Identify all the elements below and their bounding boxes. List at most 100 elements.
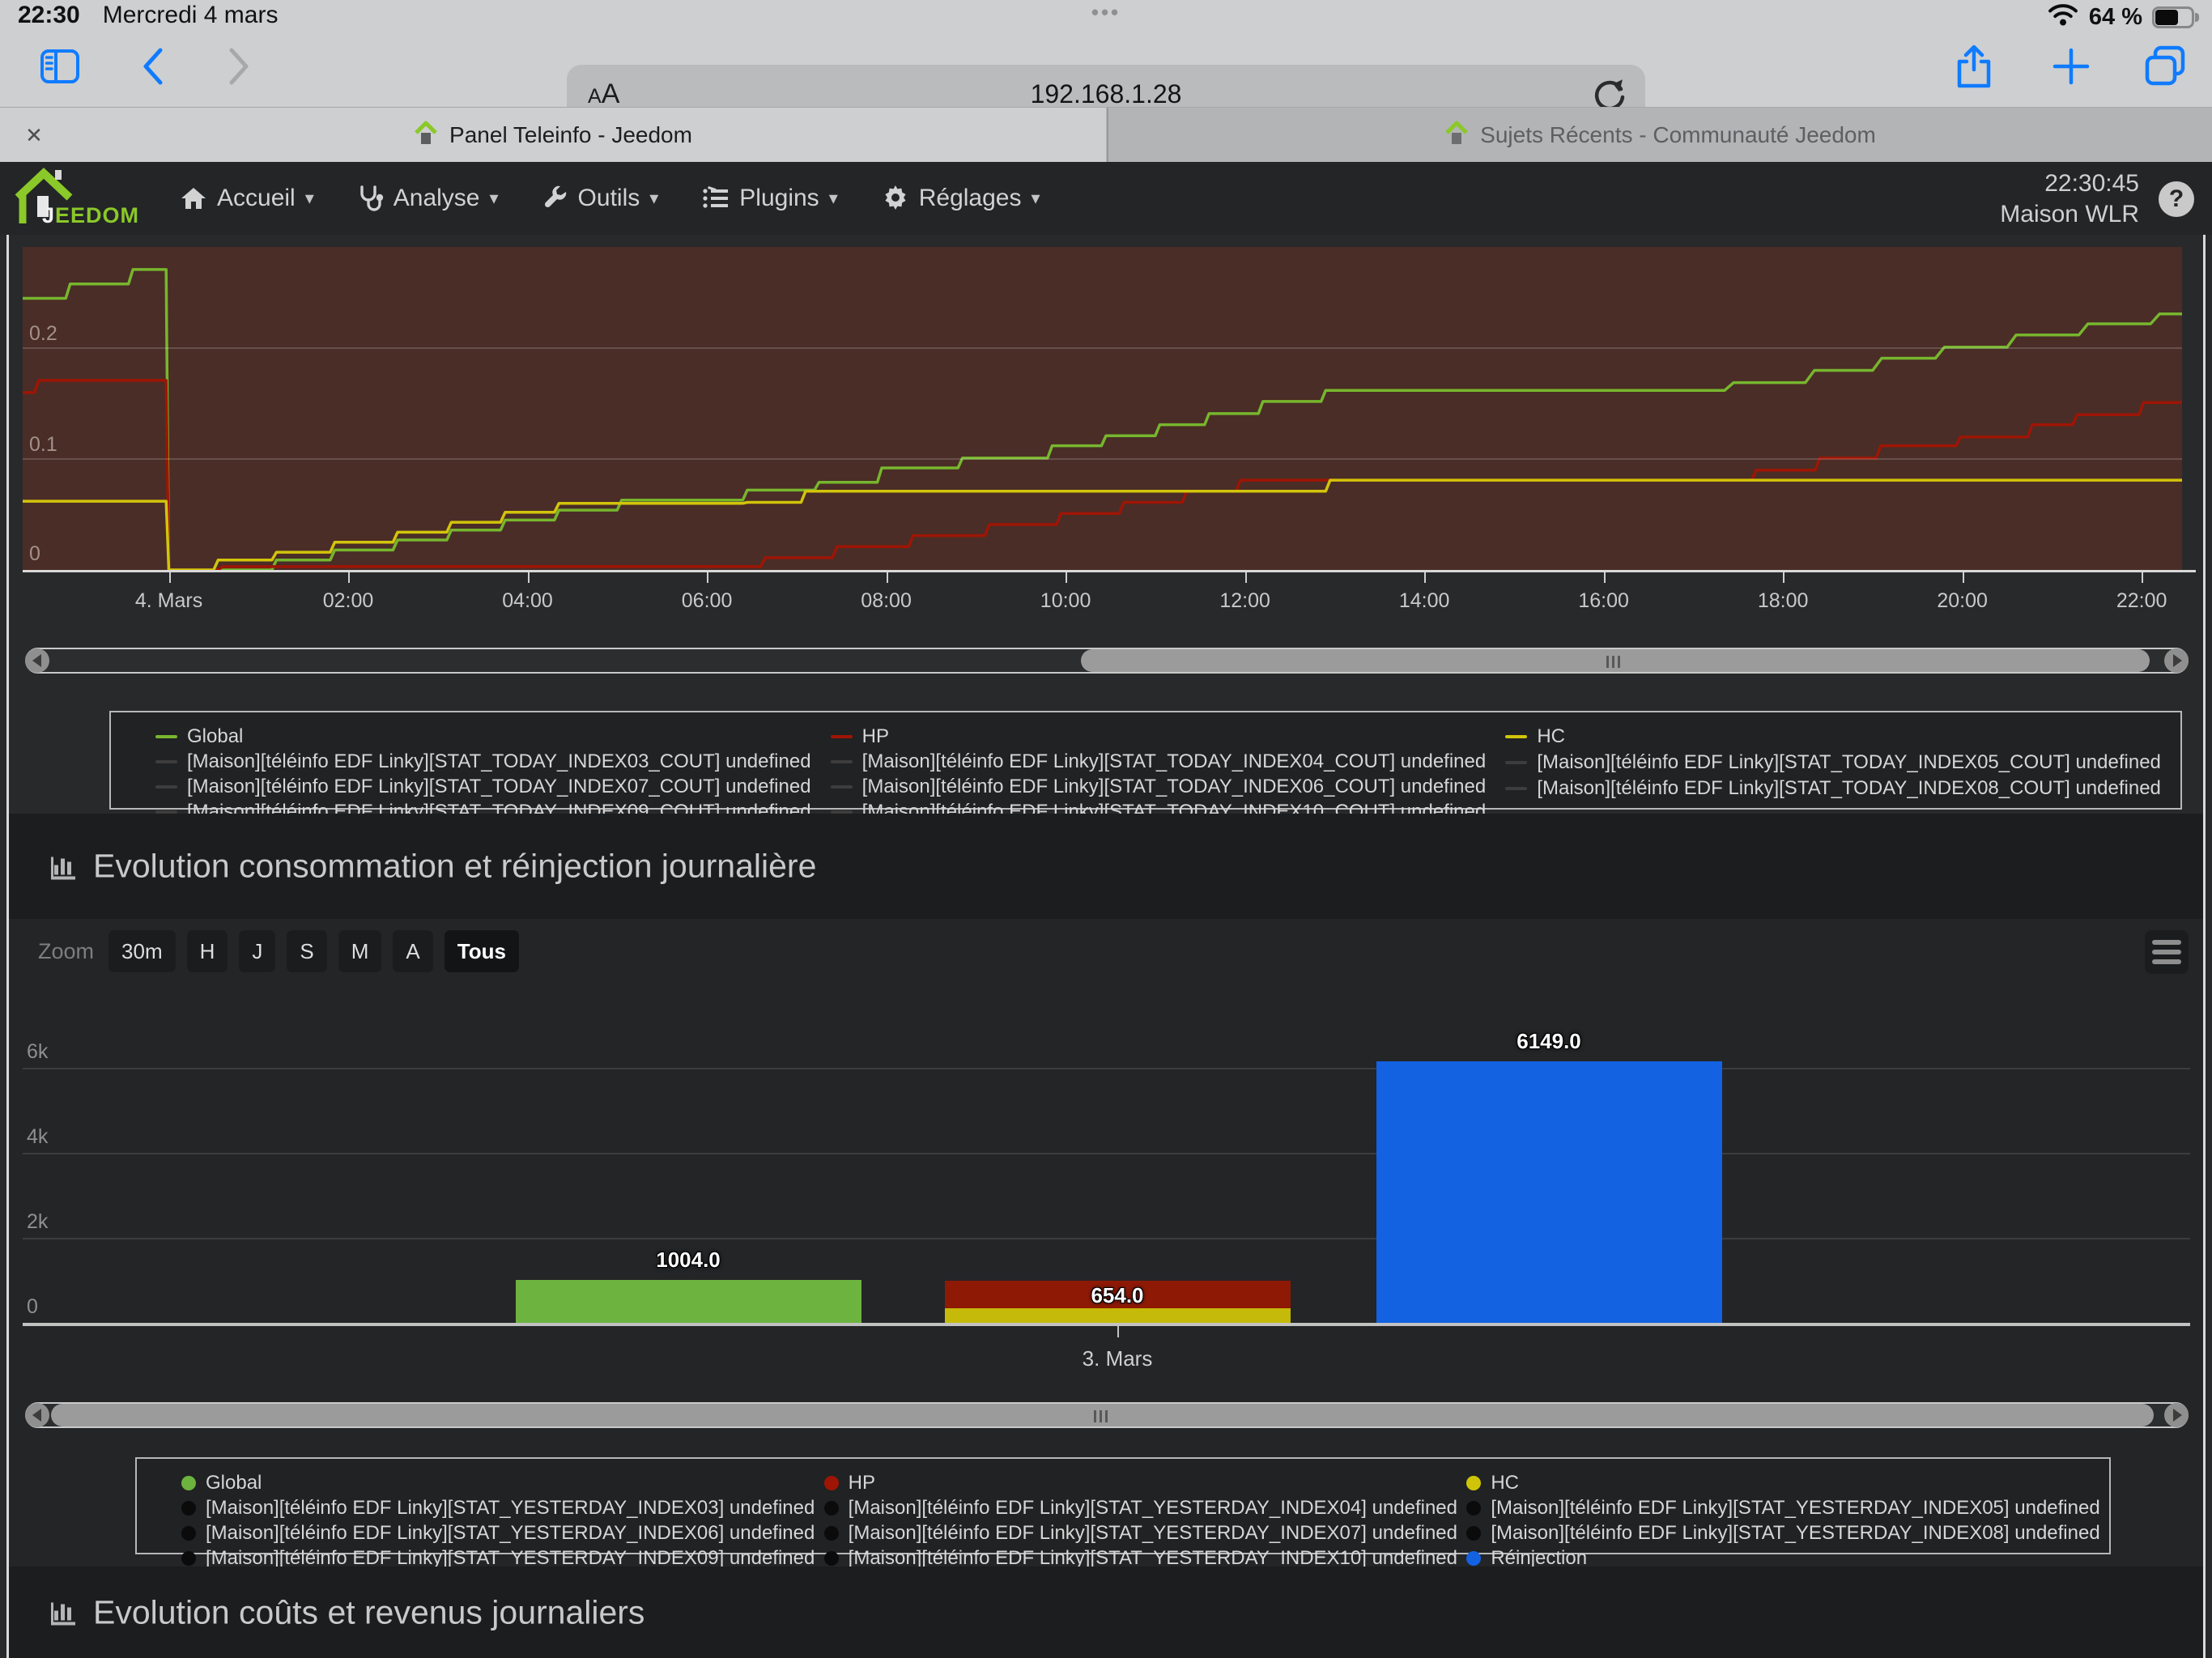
bar-chart-icon xyxy=(48,1598,80,1627)
legend-label: HC xyxy=(1491,1472,1519,1494)
back-button[interactable] xyxy=(123,36,185,97)
x-axis-tick xyxy=(887,572,888,583)
legend-marker xyxy=(181,1526,196,1541)
multitask-handle[interactable]: ••• xyxy=(1091,0,1121,25)
bar-value-label: 654.0 xyxy=(996,1283,1239,1308)
zoom-range-button-a[interactable]: A xyxy=(393,930,432,972)
close-tab-icon[interactable]: ✕ xyxy=(19,121,49,150)
legend-item[interactable]: [Maison][téléinfo EDF Linky][STAT_TODAY_… xyxy=(831,776,1506,798)
bar-global[interactable] xyxy=(516,1280,861,1323)
zoom-range-button-tous[interactable]: Tous xyxy=(445,930,519,972)
nav-item-plugins[interactable]: Plugins▾ xyxy=(702,185,837,212)
x-axis-tick xyxy=(1424,572,1426,583)
zoom-range-button-30m[interactable]: 30m xyxy=(108,930,176,972)
new-tab-plus-button[interactable] xyxy=(2040,36,2102,97)
help-icon[interactable]: ? xyxy=(2159,181,2194,217)
sidebar-toggle-button[interactable] xyxy=(29,36,91,97)
legend-label: [Maison][téléinfo EDF Linky][STAT_TODAY_… xyxy=(1537,777,2161,800)
chevron-down-icon: ▾ xyxy=(829,188,838,209)
legend-item[interactable]: [Maison][téléinfo EDF Linky][STAT_TODAY_… xyxy=(831,750,1506,773)
tab-panel-teleinfo[interactable]: ✕ Panel Teleinfo - Jeedom xyxy=(0,108,1106,163)
chart1-navigator-scrollbar[interactable] xyxy=(25,648,2189,674)
nav-item-analyse[interactable]: Analyse▾ xyxy=(358,185,499,212)
tab-title[interactable]: Sujets Récents - Communauté Jeedom xyxy=(1480,122,1876,148)
chevron-down-icon: ▾ xyxy=(305,188,314,209)
legend-item[interactable]: [Maison][téléinfo EDF Linky][STAT_YESTER… xyxy=(824,1522,1467,1545)
tab-title[interactable]: Panel Teleinfo - Jeedom xyxy=(449,122,692,148)
reader-aa-button[interactable]: AA xyxy=(588,79,619,110)
legend-item[interactable]: [Maison][téléinfo EDF Linky][STAT_TODAY_… xyxy=(1505,776,2180,800)
legend-item[interactable]: Global xyxy=(155,725,831,748)
legend-item[interactable]: [Maison][téléinfo EDF Linky][STAT_TODAY_… xyxy=(155,776,831,798)
legend-item[interactable]: [Maison][téléinfo EDF Linky][STAT_YESTER… xyxy=(181,1497,824,1520)
y-axis-label: 0 xyxy=(29,542,40,566)
battery-icon xyxy=(2152,6,2199,28)
bar-chart-icon xyxy=(48,852,80,881)
scrollbar-right-arrow[interactable] xyxy=(2164,648,2189,673)
chart-context-menu-icon[interactable] xyxy=(2145,930,2189,974)
zoom-range-button-h[interactable]: H xyxy=(187,930,228,972)
chart2-navigator-scrollbar[interactable] xyxy=(25,1402,2189,1428)
y-axis-label: 0.2 xyxy=(29,322,57,346)
gridline xyxy=(23,1238,2190,1239)
status-bar: 22:30 Mercredi 4 mars ••• 64 % xyxy=(0,0,2212,28)
jeedom-logo[interactable]: JEEDOM xyxy=(10,164,131,233)
scrollbar-left-arrow[interactable] xyxy=(25,1403,49,1427)
zoom-range-button-s[interactable]: S xyxy=(287,930,326,972)
legend-item[interactable]: [Maison][téléinfo EDF Linky][STAT_TODAY_… xyxy=(1505,751,2180,775)
legend-marker xyxy=(824,1476,839,1490)
legend-item[interactable]: HP xyxy=(831,725,1506,748)
nav-item-outils[interactable]: Outils▾ xyxy=(542,185,659,212)
nav-item-accueil[interactable]: Accueil▾ xyxy=(180,185,314,212)
nav-item-reglages[interactable]: Réglages▾ xyxy=(882,185,1040,212)
legend-item[interactable]: [Maison][téléinfo EDF Linky][STAT_TODAY_… xyxy=(155,750,831,773)
zoom-range-button-j[interactable]: J xyxy=(239,930,275,972)
tab-communaute-jeedom[interactable]: Sujets Récents - Communauté Jeedom xyxy=(1107,108,2212,163)
legend-label: Global xyxy=(187,725,243,748)
chevron-down-icon: ▾ xyxy=(1032,188,1040,209)
legend-item[interactable]: [Maison][téléinfo EDF Linky][STAT_YESTER… xyxy=(181,1522,824,1545)
x-axis-label: 02:00 xyxy=(283,589,413,613)
legend-marker xyxy=(181,1551,196,1566)
legend-item[interactable]: [Maison][téléinfo EDF Linky][STAT_YESTER… xyxy=(1466,1522,2109,1545)
bar-hc[interactable] xyxy=(945,1308,1291,1323)
legend-item[interactable]: Global xyxy=(181,1472,824,1494)
page-content: 0.10.20 4. Mars02:0004:0006:0008:0010:00… xyxy=(6,235,2206,1658)
legend-item[interactable]: [Maison][téléinfo EDF Linky][STAT_YESTER… xyxy=(1466,1497,2109,1520)
zoom-range-button-m[interactable]: M xyxy=(338,930,382,972)
x-axis-tick xyxy=(1963,572,1964,583)
gridline xyxy=(23,458,2182,460)
x-axis-label: 3. Mars xyxy=(1036,1346,1198,1371)
tabs-overview-button[interactable] xyxy=(2134,36,2196,97)
safari-chrome: 22:30 Mercredi 4 mars ••• 64 % xyxy=(0,0,2212,162)
x-axis-label: 22:00 xyxy=(2077,589,2206,613)
legend-item[interactable]: HC xyxy=(1505,725,2180,749)
bar-value-label: 6149.0 xyxy=(1427,1029,1670,1054)
x-axis-label: 06:00 xyxy=(642,589,772,613)
y-axis-label: 2k xyxy=(27,1210,48,1234)
scrollbar-thumb[interactable] xyxy=(51,1404,2154,1426)
scrollbar-right-arrow[interactable] xyxy=(2164,1403,2189,1427)
navbar-profile[interactable]: Maison WLR xyxy=(2000,199,2139,230)
legend-marker xyxy=(831,785,853,789)
legend-label: [Maison][téléinfo EDF Linky][STAT_YESTER… xyxy=(206,1497,815,1520)
section-title-consommation: Evolution consommation et réinjection jo… xyxy=(48,848,816,886)
legend-label: [Maison][téléinfo EDF Linky][STAT_YESTER… xyxy=(849,1497,1457,1520)
y-axis-label: 4k xyxy=(27,1125,48,1149)
nav-item-label: Analyse xyxy=(393,185,480,212)
scrollbar-thumb[interactable] xyxy=(1081,649,2150,672)
legend-item[interactable]: [Maison][téléinfo EDF Linky][STAT_YESTER… xyxy=(824,1497,1467,1520)
scrollbar-left-arrow[interactable] xyxy=(25,648,49,673)
share-icon[interactable] xyxy=(1943,36,2005,97)
list-icon xyxy=(702,186,730,210)
daily-consumption-bar-chart: Zoom 30mHJSMATous 02k4k6k1004.0654.06149… xyxy=(9,919,2203,1567)
legend-item[interactable]: HP xyxy=(824,1472,1467,1494)
forward-button[interactable] xyxy=(207,36,269,97)
bar-reinjection[interactable] xyxy=(1376,1061,1722,1323)
legend-item[interactable]: HC xyxy=(1466,1472,2109,1494)
line-chart-plot-area[interactable]: 0.10.20 xyxy=(23,247,2182,570)
line-series-hc xyxy=(23,480,2182,570)
chart1-legend: Global[Maison][téléinfo EDF Linky][STAT_… xyxy=(109,711,2182,810)
url-text[interactable]: 192.168.1.28 xyxy=(567,79,1645,109)
x-axis-label: 08:00 xyxy=(822,589,951,613)
